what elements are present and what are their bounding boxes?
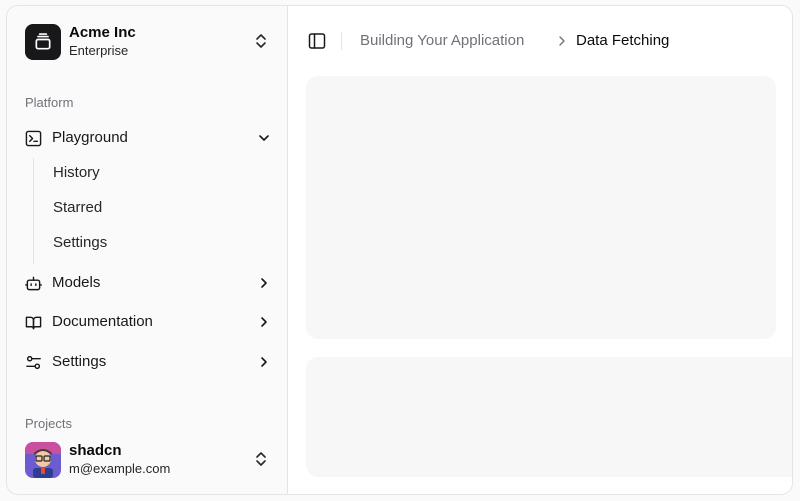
subtree-line — [33, 158, 34, 264]
main-content: Building Your Application Data Fetching — [288, 6, 792, 494]
gallery-icon — [35, 33, 51, 50]
user-name: shadcn — [69, 442, 122, 459]
group-label-platform: Platform — [25, 95, 74, 110]
sub-item-history[interactable]: History — [43, 158, 268, 188]
breadcrumb-current-page: Data Fetching — [576, 32, 670, 49]
user-text: shadcn m@example.com — [69, 442, 170, 478]
team-text: Acme Inc Enterprise — [69, 24, 136, 60]
chevron-right-icon — [261, 317, 267, 327]
chevrons-up-down-icon — [256, 452, 266, 466]
bot-icon — [25, 276, 42, 291]
content-placeholder-bottom — [306, 357, 792, 477]
header-separator — [341, 32, 342, 50]
header: Building Your Application Data Fetching — [288, 6, 792, 76]
nav-label-playground: Playground — [52, 129, 128, 146]
nav-item-documentation[interactable]: Documentation — [15, 306, 279, 338]
nav-item-playground[interactable]: Playground — [15, 122, 279, 154]
book-open-icon — [25, 316, 42, 330]
chevron-right-icon — [261, 278, 267, 288]
chevron-right-icon — [261, 357, 267, 367]
content-placeholder-top — [306, 76, 776, 339]
sidebar-toggle-button[interactable] — [306, 30, 328, 52]
sub-label-starred: Starred — [53, 199, 103, 216]
avatar — [25, 442, 61, 478]
team-plan: Enterprise — [69, 43, 129, 58]
team-logo — [25, 24, 61, 60]
sliders-icon — [26, 355, 41, 370]
nav-item-models[interactable]: Models — [15, 267, 279, 299]
sub-item-settings[interactable]: Settings — [43, 228, 268, 258]
sub-label-history: History — [53, 164, 100, 181]
sub-label-settings: Settings — [53, 234, 108, 251]
nav-item-settings[interactable]: Settings — [15, 346, 279, 378]
panel-left-icon — [308, 33, 326, 49]
nav-label-documentation: Documentation — [52, 313, 153, 330]
sidebar: Acme Inc Enterprise Platform Playground — [7, 6, 288, 494]
chevron-right-icon — [559, 36, 565, 46]
team-name: Acme Inc — [69, 24, 136, 41]
group-label-projects: Projects — [25, 416, 72, 431]
chevron-down-icon — [259, 135, 269, 141]
breadcrumb-parent-link[interactable]: Building Your Application — [360, 32, 524, 49]
nav-label-settings: Settings — [52, 353, 107, 370]
nav-label-models: Models — [52, 274, 101, 291]
chevrons-up-down-icon — [256, 34, 266, 48]
terminal-icon — [25, 130, 42, 147]
app-frame: Acme Inc Enterprise Platform Playground — [0, 0, 800, 501]
app-window: Acme Inc Enterprise Platform Playground — [6, 5, 793, 495]
avatar-image — [25, 442, 61, 478]
sub-item-starred[interactable]: Starred — [43, 193, 268, 223]
user-menu[interactable]: shadcn m@example.com — [15, 434, 279, 490]
user-email: m@example.com — [69, 461, 171, 476]
team-switcher[interactable]: Acme Inc Enterprise — [15, 14, 279, 70]
